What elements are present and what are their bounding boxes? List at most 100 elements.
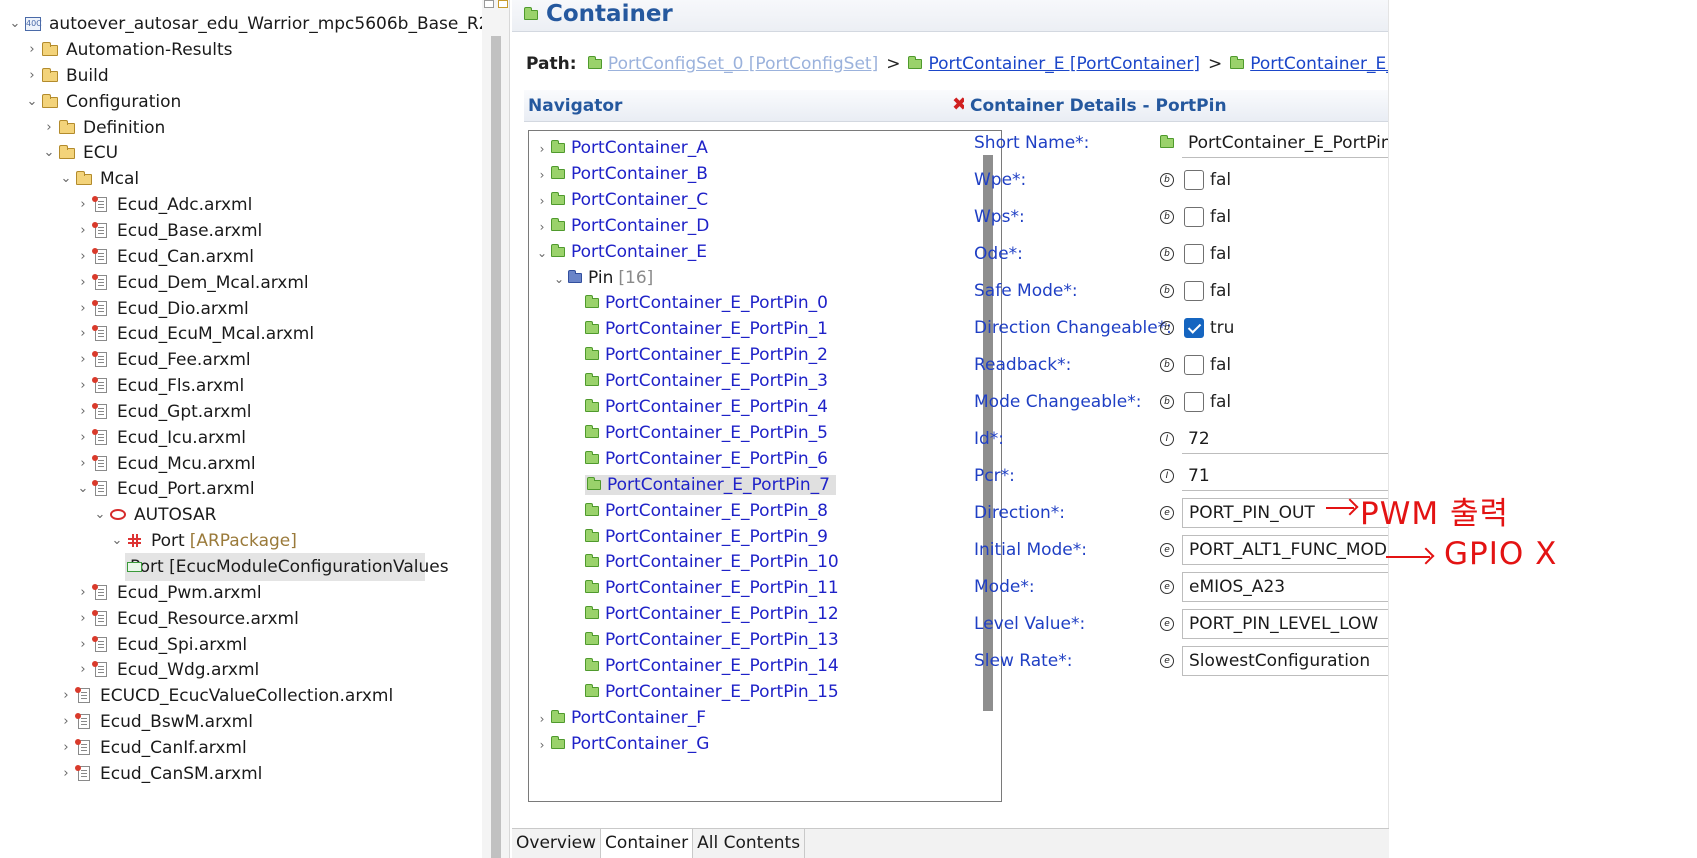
navigator-container-item[interactable]: › PortContainer_G: [533, 731, 710, 758]
chevron-down-icon[interactable]: ⌄: [91, 501, 109, 529]
chevron-right-icon[interactable]: ›: [74, 346, 92, 374]
chevron-right-icon[interactable]: ›: [74, 424, 92, 452]
link-editor-icon[interactable]: [498, 0, 508, 8]
navigator-pin-item[interactable]: PortContainer_E_PortPin_15: [567, 679, 839, 705]
boolean-checkbox[interactable]: [1184, 355, 1204, 375]
tree-item[interactable]: › Ecud_Spi.arxml: [74, 631, 247, 659]
enum-select[interactable]: PORT_PIN_LEVEL_LOW: [1182, 609, 1407, 639]
collapse-all-icon[interactable]: [484, 0, 494, 8]
chevron-down-icon[interactable]: ⌄: [57, 165, 75, 193]
tree-item[interactable]: › Automation-Results: [23, 36, 232, 64]
tree-item[interactable]: › Ecud_Can.arxml: [74, 243, 254, 271]
navigator-pin-item[interactable]: PortContainer_E_PortPin_7: [567, 472, 836, 498]
tree-item[interactable]: › Ecud_CanSM.arxml: [57, 760, 262, 788]
integer-field[interactable]: 72: [1182, 424, 1407, 454]
chevron-right-icon[interactable]: ›: [533, 732, 551, 758]
navigator-pin-item[interactable]: PortContainer_E_PortPin_11: [567, 575, 839, 601]
navigator-pin-item[interactable]: PortContainer_E_PortPin_1: [567, 316, 828, 342]
tree-item[interactable]: › Ecud_EcuM_Mcal.arxml: [74, 320, 314, 348]
enum-select[interactable]: SlowestConfiguration: [1182, 646, 1407, 676]
navigator-pin-item[interactable]: PortContainer_E_PortPin_3: [567, 368, 828, 394]
tree-item[interactable]: › Ecud_Fee.arxml: [74, 346, 250, 374]
chevron-right-icon[interactable]: ›: [533, 136, 551, 162]
tree-item[interactable]: ⌄ Port [ARPackage]: [108, 527, 297, 555]
chevron-right-icon[interactable]: ›: [57, 708, 75, 736]
chevron-right-icon[interactable]: ›: [57, 682, 75, 710]
chevron-right-icon[interactable]: ›: [74, 450, 92, 478]
navigator-pin-item[interactable]: PortContainer_E_PortPin_9: [567, 524, 828, 550]
breadcrumb-link-container[interactable]: PortContainer_E [PortContainer]: [928, 54, 1199, 74]
navigator-pin-item[interactable]: PortContainer_E_PortPin_12: [567, 601, 839, 627]
chevron-right-icon[interactable]: ›: [74, 631, 92, 659]
navigator-pin-group[interactable]: ⌄ Pin [16]: [550, 265, 653, 291]
tree-item[interactable]: ⌄ Ecud_Port.arxml: [74, 475, 255, 503]
tree-item[interactable]: ⌄ Mcal: [57, 165, 140, 193]
tab-overview[interactable]: Overview: [512, 829, 602, 858]
breadcrumb-link-configset[interactable]: PortConfigSet_0 [PortConfigSet]: [608, 54, 878, 74]
chevron-right-icon[interactable]: ›: [23, 36, 41, 64]
navigator-container-item[interactable]: › PortContainer_A: [533, 135, 708, 161]
tree-item[interactable]: › Ecud_Pwm.arxml: [74, 579, 261, 607]
tab-container[interactable]: Container: [601, 829, 694, 858]
tree-item[interactable]: › Ecud_Icu.arxml: [74, 424, 246, 452]
tree-item[interactable]: › Ecud_Base.arxml: [74, 217, 262, 245]
tree-item[interactable]: › Ecud_Mcu.arxml: [74, 450, 255, 478]
tree-project-root[interactable]: ⌄ 40C autoever_autosar_edu_Warrior_mpc5606…: [6, 10, 482, 38]
navigator-pin-item[interactable]: PortContainer_E_PortPin_14: [567, 653, 839, 679]
chevron-right-icon[interactable]: ›: [533, 162, 551, 188]
chevron-right-icon[interactable]: ›: [533, 214, 551, 240]
navigator-container-item[interactable]: › PortContainer_B: [533, 161, 708, 187]
enum-select[interactable]: eMIOS_A23: [1182, 572, 1407, 602]
project-explorer-scrollbar[interactable]: [482, 0, 510, 858]
navigator-pin-item[interactable]: PortContainer_E_PortPin_2: [567, 342, 828, 368]
navigator-pin-item[interactable]: PortContainer_E_PortPin_0: [567, 290, 828, 316]
tree-item[interactable]: › Ecud_Adc.arxml: [74, 191, 252, 219]
chevron-right-icon[interactable]: ›: [57, 734, 75, 762]
chevron-down-icon[interactable]: ⌄: [550, 266, 568, 292]
integer-field[interactable]: 71: [1182, 461, 1407, 491]
tree-item[interactable]: › Build: [23, 62, 108, 90]
tree-item[interactable]: ⌄ Configuration: [23, 88, 182, 116]
boolean-checkbox[interactable]: [1184, 281, 1204, 301]
scrollbar-thumb[interactable]: [491, 36, 501, 858]
chevron-right-icon[interactable]: ›: [533, 188, 551, 214]
tree-item[interactable]: ⌄ ECU: [40, 139, 119, 167]
tree-item[interactable]: › ECUCD_EcucValueCollection.arxml: [57, 682, 393, 710]
chevron-down-icon[interactable]: ⌄: [108, 527, 126, 555]
chevron-down-icon[interactable]: ⌄: [533, 240, 551, 266]
chevron-right-icon[interactable]: ›: [74, 320, 92, 348]
chevron-right-icon[interactable]: ›: [74, 605, 92, 633]
chevron-right-icon[interactable]: ›: [74, 372, 92, 400]
boolean-checkbox[interactable]: [1184, 318, 1204, 338]
navigator-container-item[interactable]: ⌄ PortContainer_E: [533, 239, 707, 265]
navigator-container-item[interactable]: › PortContainer_F: [533, 705, 706, 731]
chevron-down-icon[interactable]: ⌄: [6, 10, 24, 38]
enum-select[interactable]: PORT_ALT1_FUNC_MODE: [1182, 535, 1407, 565]
tree-item[interactable]: › Ecud_CanIf.arxml: [57, 734, 246, 762]
chevron-right-icon[interactable]: ›: [74, 217, 92, 245]
boolean-checkbox[interactable]: [1184, 392, 1204, 412]
boolean-checkbox[interactable]: [1184, 207, 1204, 227]
chevron-right-icon[interactable]: ›: [57, 760, 75, 788]
chevron-right-icon[interactable]: ›: [74, 579, 92, 607]
chevron-right-icon[interactable]: ›: [23, 62, 41, 90]
chevron-right-icon[interactable]: ›: [74, 191, 92, 219]
tree-item[interactable]: Port [EcucModuleConfigurationValues: [125, 553, 449, 581]
chevron-right-icon[interactable]: ›: [74, 243, 92, 271]
chevron-right-icon[interactable]: ›: [74, 656, 92, 684]
tree-item[interactable]: › Ecud_Dio.arxml: [74, 295, 248, 323]
tree-item[interactable]: › Ecud_Fls.arxml: [74, 372, 244, 400]
navigator-pin-item[interactable]: PortContainer_E_PortPin_4: [567, 394, 828, 420]
chevron-right-icon[interactable]: ›: [533, 706, 551, 732]
chevron-down-icon[interactable]: ⌄: [23, 88, 41, 116]
chevron-right-icon[interactable]: ›: [74, 398, 92, 426]
navigator-container-item[interactable]: › PortContainer_D: [533, 213, 710, 240]
chevron-down-icon[interactable]: ⌄: [40, 139, 58, 167]
tree-item[interactable]: › Ecud_Dem_Mcal.arxml: [74, 269, 308, 297]
chevron-right-icon[interactable]: ›: [40, 114, 58, 142]
tree-item[interactable]: › Ecud_Resource.arxml: [74, 605, 298, 633]
navigator-pin-item[interactable]: PortContainer_E_PortPin_13: [567, 627, 839, 653]
chevron-right-icon[interactable]: ›: [74, 295, 92, 323]
navigator-pin-item[interactable]: PortContainer_E_PortPin_8: [567, 498, 828, 524]
chevron-down-icon[interactable]: ⌄: [74, 475, 92, 503]
